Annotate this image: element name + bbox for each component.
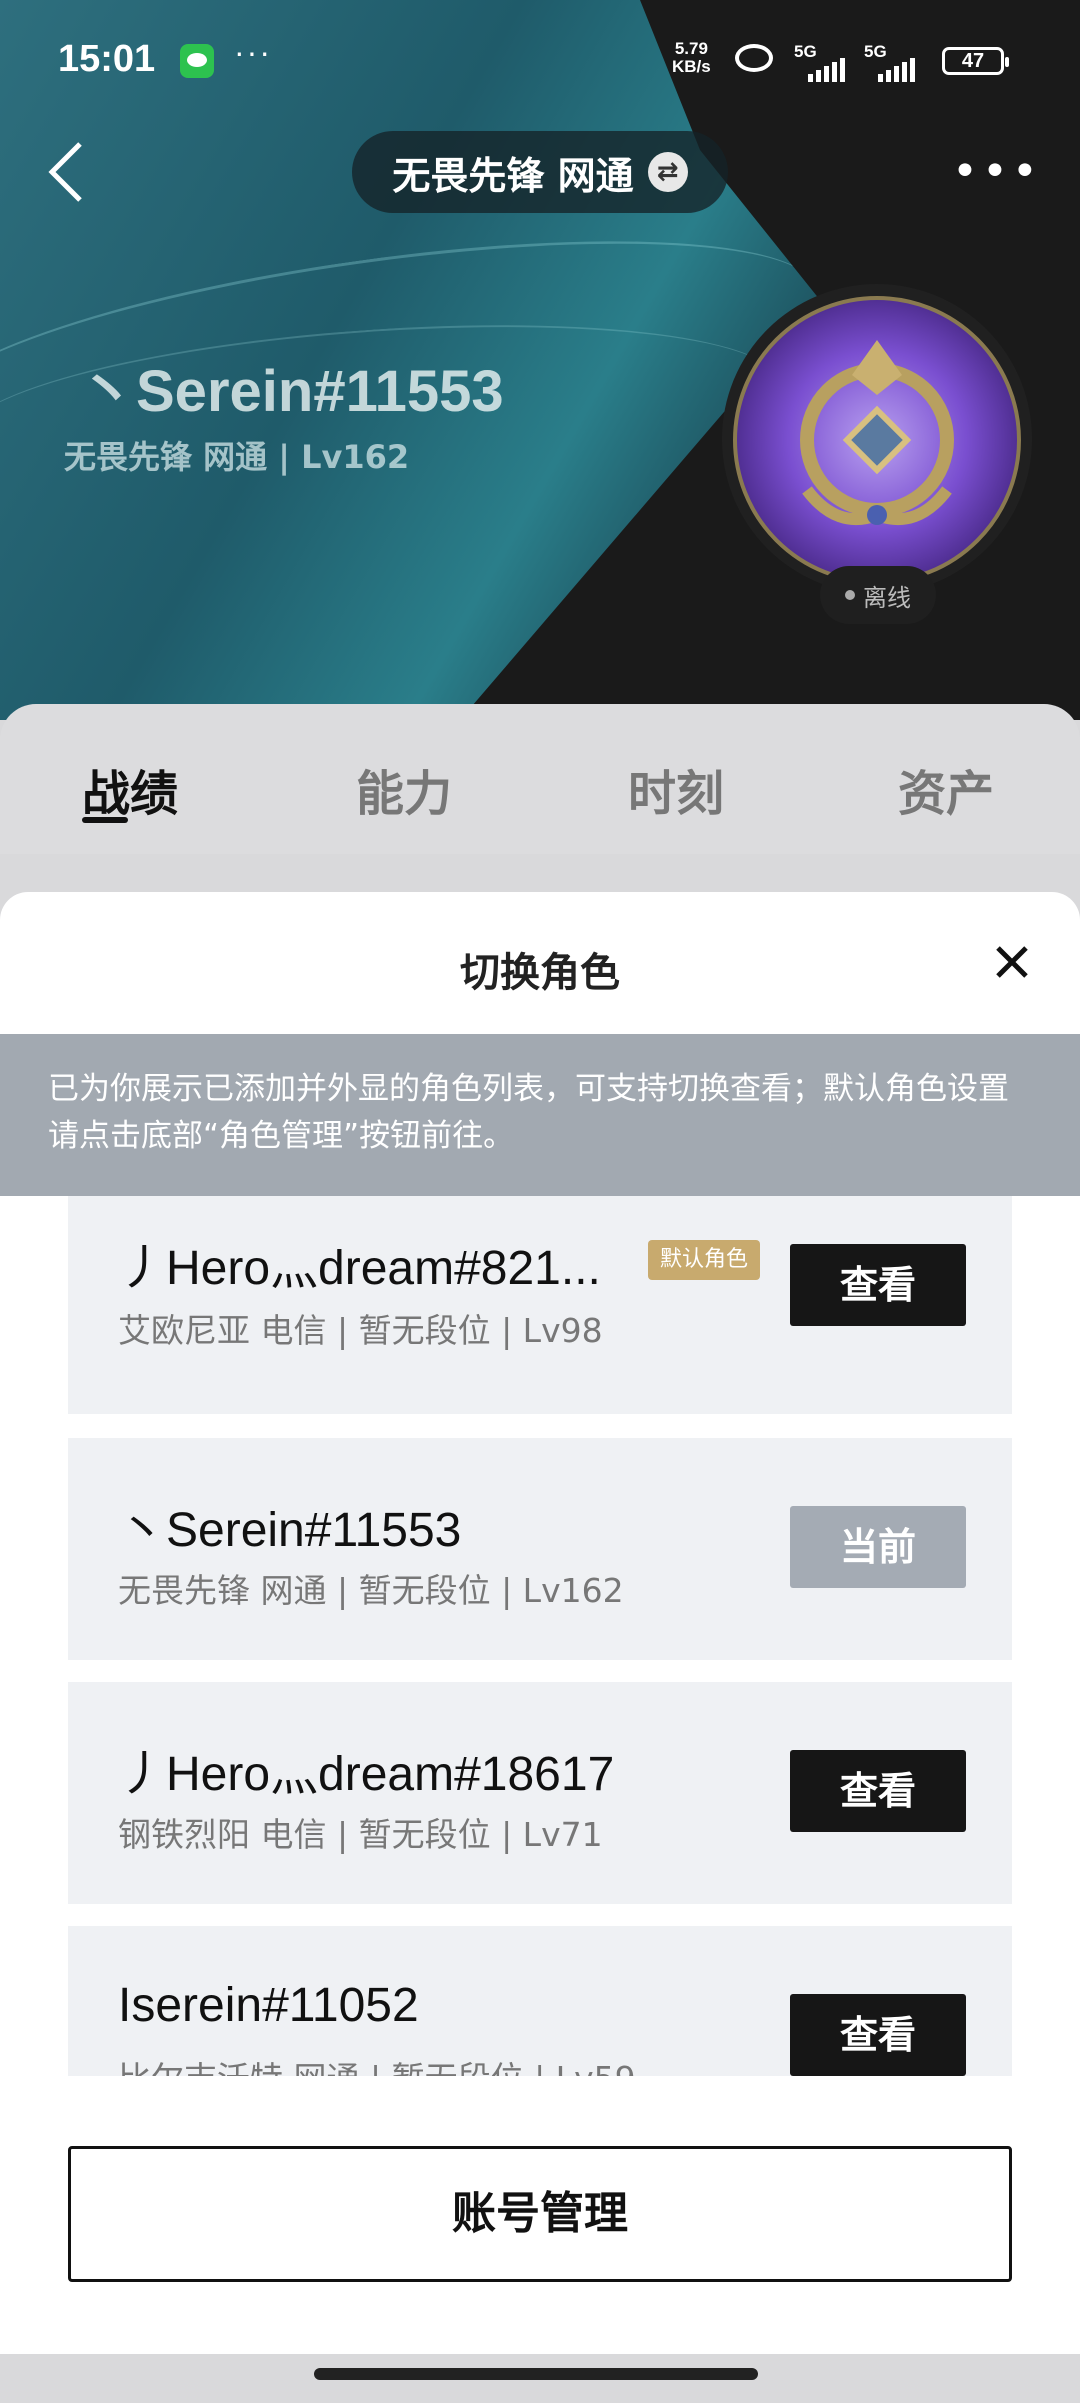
- view-character-button[interactable]: 查看: [790, 1994, 966, 2076]
- character-card: 丿Hero灬dream#821... 默认角色 艾欧尼亚 电信 | 暂无段位 |…: [68, 1196, 1012, 1414]
- character-card: 丶Serein#11553 无畏先锋 网通 | 暂无段位 | Lv162 当前: [68, 1438, 1012, 1660]
- home-indicator[interactable]: [314, 2368, 758, 2380]
- character-list[interactable]: 丿Hero灬dream#821... 默认角色 艾欧尼亚 电信 | 暂无段位 |…: [0, 1196, 1080, 2076]
- back-icon[interactable]: [44, 140, 94, 204]
- player-server-level: 无畏先锋 网通 | Lv162: [64, 438, 410, 476]
- close-icon[interactable]: [992, 942, 1032, 982]
- player-name: 丶Serein#11553: [78, 359, 504, 424]
- signal-sim2-icon: 5G: [864, 42, 930, 82]
- tab-ability[interactable]: 能力: [356, 754, 452, 824]
- sheet-notice: 已为你展示已添加并外显的角色列表，可支持切换查看；默认角色设置请点击底部“角色管…: [0, 1034, 1080, 1196]
- battery-indicator: 47: [942, 47, 1009, 75]
- character-name: 丿Hero灬dream#18617: [118, 1748, 615, 1801]
- status-dot-icon: [845, 590, 855, 600]
- character-name: Iserein#11052: [118, 1979, 419, 2032]
- default-character-badge: 默认角色: [648, 1240, 760, 1280]
- character-card: Iserein#11052 比尔吉沃特 网通 | 暂无段位 | Lv59 查看: [68, 1926, 1012, 2076]
- server-switch-pill[interactable]: 无畏先锋 网通 ⇄: [352, 131, 728, 213]
- character-card: 丿Hero灬dream#18617 钢铁烈阳 电信 | 暂无段位 | Lv71 …: [68, 1682, 1012, 1904]
- signal-sim1-icon: 5G: [794, 42, 860, 82]
- account-management-button[interactable]: 账号管理: [68, 2146, 1012, 2282]
- tab-assets[interactable]: 资产: [898, 754, 994, 824]
- active-tab-indicator: [82, 817, 128, 823]
- network-speed: 5.79 KB/s: [672, 40, 711, 76]
- sheet-title: 切换角色: [460, 950, 620, 996]
- view-character-button[interactable]: 查看: [790, 1750, 966, 1832]
- current-character-button: 当前: [790, 1506, 966, 1588]
- tab-moments[interactable]: 时刻: [628, 754, 724, 824]
- server-label: 无畏先锋 网通: [392, 153, 634, 198]
- wechat-icon: [180, 44, 214, 78]
- avatar-emblem-icon: [733, 296, 1021, 584]
- character-meta: 钢铁烈阳 电信 | 暂无段位 | Lv71: [118, 1815, 603, 1854]
- network-speed-value: 5.79: [674, 39, 708, 58]
- tab-records[interactable]: 战绩: [82, 754, 178, 824]
- status-time: 15:01: [58, 38, 156, 80]
- more-options-icon[interactable]: •••: [952, 150, 1042, 194]
- online-status-label: 离线: [863, 583, 911, 612]
- online-status-badge: 离线: [820, 566, 936, 624]
- character-meta: 艾欧尼亚 电信 | 暂无段位 | Lv98: [118, 1311, 603, 1350]
- network-speed-unit: KB/s: [672, 57, 711, 76]
- character-name: 丶Serein#11553: [118, 1504, 462, 1557]
- swap-icon: ⇄: [647, 152, 688, 192]
- view-character-button[interactable]: 查看: [790, 1244, 966, 1326]
- character-meta: 无畏先锋 网通 | 暂无段位 | Lv162: [118, 1571, 624, 1610]
- switch-character-sheet: 切换角色 已为你展示已添加并外显的角色列表，可支持切换查看；默认角色设置请点击底…: [0, 892, 1080, 2354]
- tab-bar: 战绩 能力 时刻 资产: [0, 704, 1080, 854]
- status-more-dots: ···: [234, 34, 272, 70]
- character-meta: 比尔吉沃特 网通 | 暂无段位 | Lv59: [118, 2052, 636, 2076]
- character-name: 丿Hero灬dream#821...: [118, 1242, 601, 1295]
- hotspot-icon: [735, 44, 773, 72]
